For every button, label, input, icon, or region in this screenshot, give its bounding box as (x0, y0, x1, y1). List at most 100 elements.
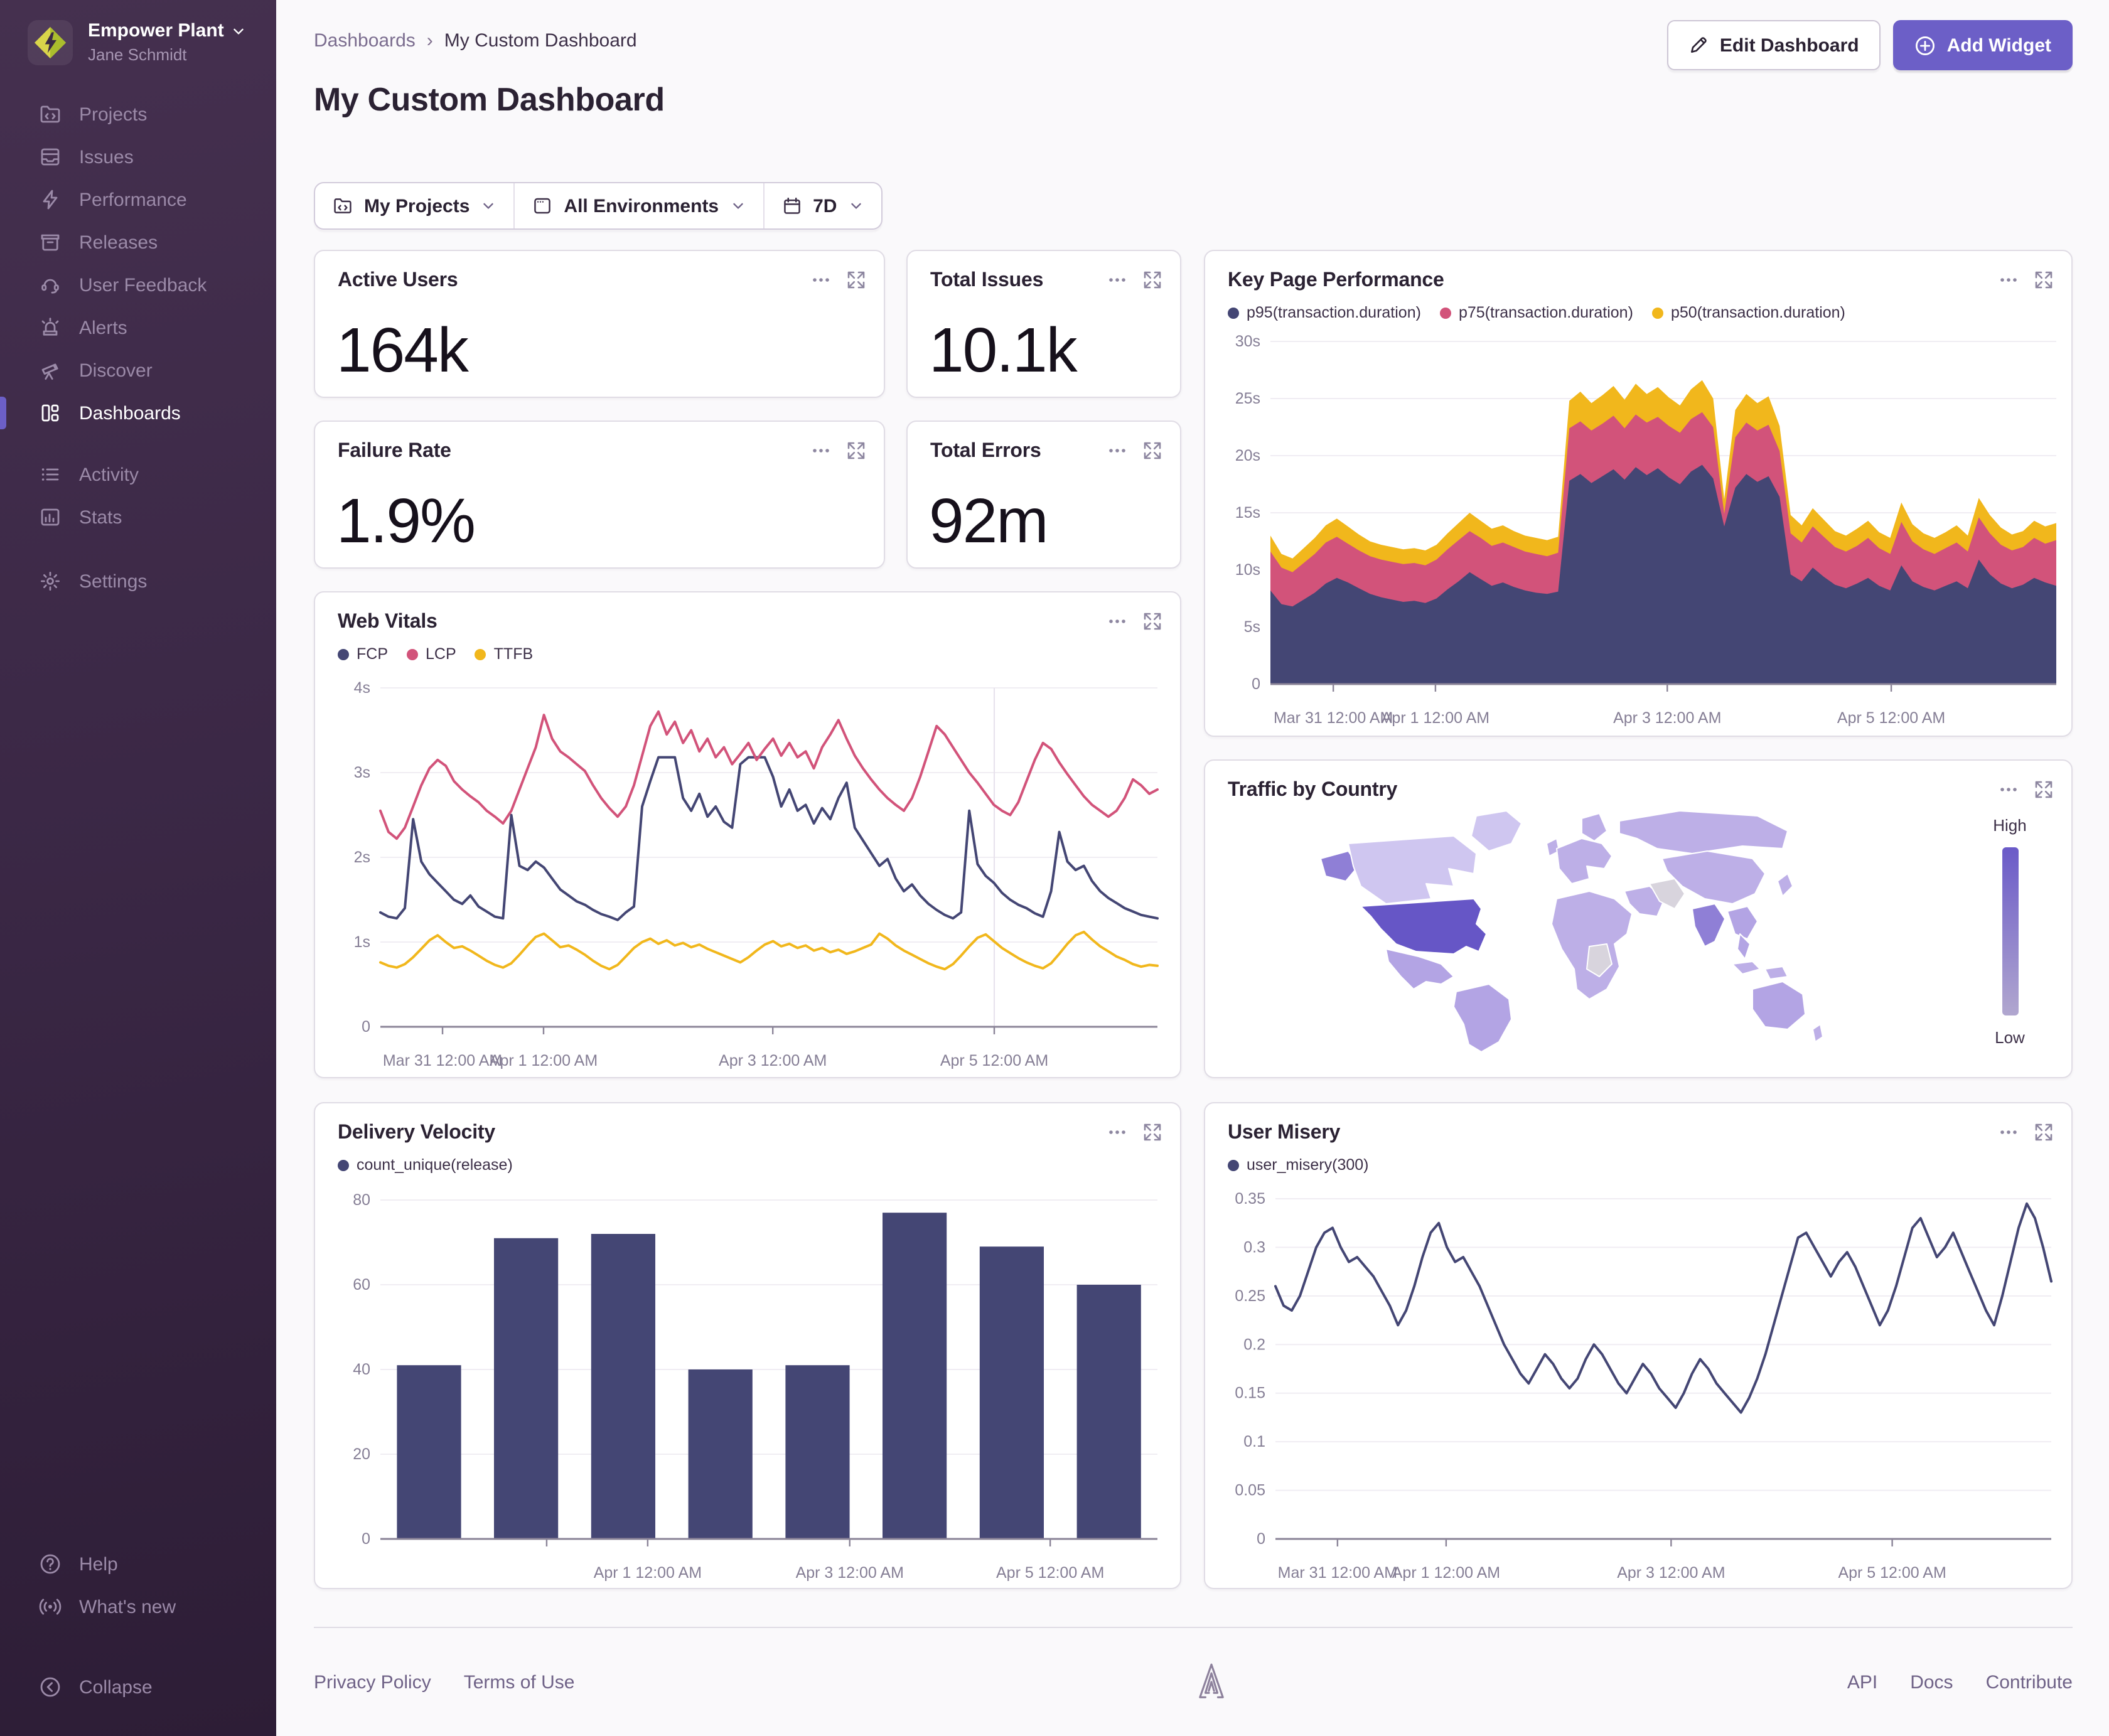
chevron-down-icon (483, 203, 494, 209)
sidebar-item-projects[interactable]: Projects (0, 93, 276, 136)
legend-item[interactable]: p75(transaction.duration) (1439, 304, 1633, 321)
widget-options-button[interactable] (811, 270, 831, 290)
country-russia (1619, 810, 1788, 854)
country-south-america (1453, 983, 1512, 1053)
legend-item[interactable]: p50(transaction.duration) (1651, 304, 1845, 321)
sidebar-item-discover[interactable]: Discover (0, 349, 276, 392)
project-filter[interactable]: My Projects (315, 183, 513, 228)
sidebar-item-help[interactable]: Help (0, 1543, 276, 1585)
legend-dot (338, 648, 349, 660)
legend-label: p95(transaction.duration) (1247, 304, 1421, 321)
api-link[interactable]: API (1847, 1671, 1877, 1693)
project-filter-value: My Projects (364, 195, 470, 217)
widget-options-button[interactable] (1999, 270, 2019, 290)
key-page-performance-chart[interactable]: 0 5s 10s 15s 20s 25s 30s Mar 31 12:00 AMApr 1 1… (1205, 251, 2074, 738)
widget-options-button[interactable] (1999, 780, 2019, 800)
widget-expand-button[interactable] (2034, 1122, 2054, 1142)
terms-of-use-link[interactable]: Terms of Use (464, 1671, 575, 1693)
failure-rate-value: 1.9% (336, 486, 476, 556)
ellipsis-icon (1109, 278, 1125, 282)
svg-text:2s: 2s (354, 849, 370, 866)
edit-dashboard-button[interactable]: Edit Dashboard (1666, 20, 1881, 70)
widget-title: Traffic by Country (1228, 780, 1398, 801)
widget-expand-button[interactable] (1142, 1122, 1162, 1142)
widget-total-errors: Total Errors 92m (906, 421, 1181, 569)
widget-options-button[interactable] (811, 441, 831, 461)
sidebar-item-stats[interactable]: Stats (0, 496, 276, 538)
sidebar-item-releases[interactable]: Releases (0, 221, 276, 264)
add-widget-button[interactable]: Add Widget (1892, 20, 2073, 70)
legend-item[interactable]: TTFB (475, 645, 533, 663)
docs-link[interactable]: Docs (1910, 1671, 1953, 1693)
svg-text:Mar 31 12:00 AM: Mar 31 12:00 AM (1278, 1564, 1397, 1582)
folder-code-icon (39, 103, 62, 126)
sidebar-item-alerts[interactable]: Alerts (0, 306, 276, 349)
legend-item[interactable]: user_misery(300) (1228, 1156, 1369, 1174)
sidebar-item-whats-new[interactable]: What's new (0, 1585, 276, 1628)
sidebar: Empower Plant Jane Schmidt Projects Issue… (0, 0, 276, 1736)
sentry-dashboard-app: Empower Plant Jane Schmidt Projects Issue… (0, 0, 2109, 1736)
svg-text:80: 80 (353, 1191, 370, 1209)
environment-filter[interactable]: All Environments (513, 183, 763, 228)
country-japan (1777, 873, 1793, 897)
legend-item[interactable]: FCP (338, 645, 388, 663)
widget-expand-button[interactable] (846, 441, 866, 461)
widget-title: Total Issues (930, 270, 1044, 291)
ellipsis-icon (2000, 1130, 2017, 1134)
legend-dot (1439, 307, 1451, 318)
ellipsis-icon (1109, 1130, 1125, 1134)
sidebar-item-activity[interactable]: Activity (0, 453, 276, 496)
widget-total-issues: Total Issues 10.1k (906, 250, 1181, 398)
user-misery-chart[interactable]: 0 0.05 0.1 0.15 0.2 0.25 0.3 0.35 Mar 31 12:00 A… (1205, 1103, 2074, 1590)
svg-text:60: 60 (353, 1276, 370, 1294)
breadcrumb-dashboards-link[interactable]: Dashboards (314, 30, 416, 51)
widget-title: Key Page Performance (1228, 270, 1444, 291)
sidebar-item-performance[interactable]: Performance (0, 178, 276, 221)
expand-icon (1144, 442, 1161, 459)
svg-text:0.2: 0.2 (1243, 1336, 1265, 1353)
widget-options-button[interactable] (1999, 1122, 2019, 1142)
widget-options-button[interactable] (1107, 611, 1127, 631)
breadcrumb: Dashboards › My Custom Dashboard (314, 30, 637, 51)
user-name: Jane Schmidt (88, 45, 187, 64)
collapse-icon (39, 1676, 62, 1698)
legend-item[interactable]: LCP (407, 645, 456, 663)
widget-options-button[interactable] (1107, 441, 1127, 461)
sidebar-item-label: Settings (79, 571, 148, 592)
web-vitals-chart[interactable]: 0 1s 2s 3s 4s Mar 31 12:00 AMApr 1 12:00 AM Ap… (315, 592, 1183, 1080)
svg-text:5s: 5s (1244, 618, 1260, 636)
widget-expand-button[interactable] (1142, 611, 1162, 631)
date-range-filter[interactable]: 7D (763, 183, 881, 228)
sidebar-item-issues[interactable]: Issues (0, 136, 276, 178)
sidebar-item-label: Collapse (79, 1676, 153, 1698)
pencil-icon (1690, 37, 1707, 53)
widget-expand-button[interactable] (1142, 270, 1162, 290)
gear-icon (39, 570, 62, 592)
lightning-icon (39, 188, 62, 211)
legend-item[interactable]: p95(transaction.duration) (1228, 304, 1421, 321)
sidebar-item-dashboards[interactable]: Dashboards (0, 392, 276, 434)
telescope-icon (39, 359, 62, 382)
list-icon (39, 463, 62, 486)
privacy-policy-link[interactable]: Privacy Policy (314, 1671, 431, 1693)
sidebar-item-settings[interactable]: Settings (0, 560, 276, 603)
legend-label: count_unique(release) (357, 1156, 513, 1174)
world-map-choropleth[interactable] (1265, 793, 1830, 1059)
total-issues-value: 10.1k (929, 315, 1078, 385)
org-switcher[interactable]: Empower Plant Jane Schmidt (28, 20, 247, 65)
contribute-link[interactable]: Contribute (1986, 1671, 2073, 1693)
widget-options-button[interactable] (1107, 270, 1127, 290)
widget-options-button[interactable] (1107, 1122, 1127, 1142)
widget-expand-button[interactable] (1142, 441, 1162, 461)
widget-expand-button[interactable] (2034, 780, 2054, 800)
sidebar-item-collapse[interactable]: Collapse (0, 1666, 276, 1708)
sidebar-item-user-feedback[interactable]: User Feedback (0, 264, 276, 306)
widget-expand-button[interactable] (846, 270, 866, 290)
country-usa (1360, 898, 1487, 955)
legend-item[interactable]: count_unique(release) (338, 1156, 513, 1174)
widget-expand-button[interactable] (2034, 270, 2054, 290)
widget-traffic-by-country: Traffic by Country High Low (1204, 759, 2073, 1078)
svg-text:0: 0 (362, 1018, 370, 1036)
delivery-velocity-chart[interactable]: 0 20 40 60 80 Apr 1 12:00 AM Apr 3 12:00 AM Apr… (315, 1103, 1183, 1590)
svg-text:Apr 5 12:00 AM: Apr 5 12:00 AM (996, 1564, 1104, 1582)
